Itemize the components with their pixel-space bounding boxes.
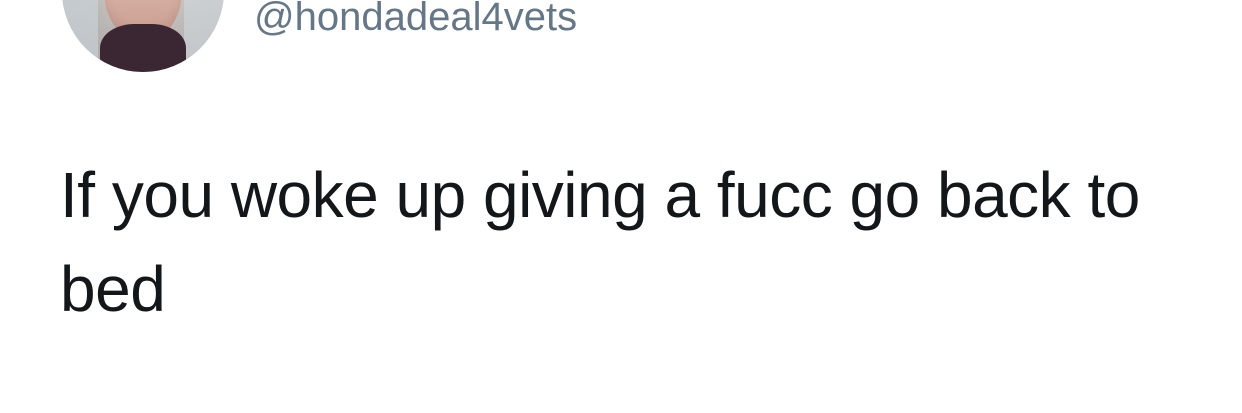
avatar-background-right: [184, 0, 224, 72]
user-handle[interactable]: @hondadeal4vets: [254, 0, 577, 42]
avatar-background: [62, 0, 98, 72]
tweet-text: If you woke up giving a fucc go back to …: [60, 159, 1140, 325]
avatar[interactable]: [62, 0, 224, 72]
avatar-collar: [100, 24, 186, 72]
